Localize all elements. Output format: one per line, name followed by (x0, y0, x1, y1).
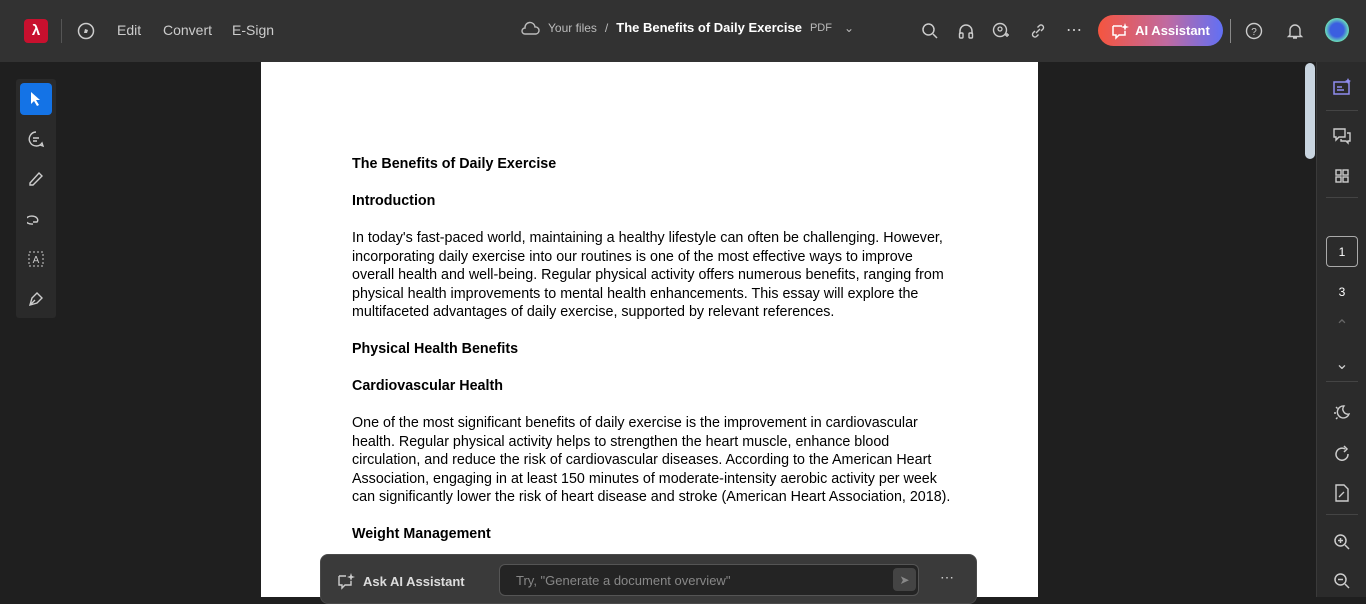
compass-icon[interactable] (76, 21, 96, 41)
acrobat-logo[interactable]: λ (24, 19, 48, 43)
bell-icon[interactable] (1285, 21, 1305, 41)
breadcrumb-your-files[interactable]: Your files (548, 21, 597, 35)
top-bar: λ Edit Convert E-Sign Your files / The B… (0, 0, 1366, 62)
pdf-page: The Benefits of Daily Exercise Introducti… (261, 62, 1038, 597)
highlight-tool[interactable] (20, 163, 52, 195)
pen-icon (29, 171, 43, 186)
document-paragraph: One of the most significant benefits of … (352, 415, 951, 505)
ask-ai-label: Ask AI Assistant (363, 573, 465, 589)
headphones-icon[interactable] (956, 21, 976, 41)
cursor-icon (31, 92, 40, 106)
divider (1230, 19, 1231, 43)
link-icon[interactable] (1028, 21, 1048, 41)
text-tool[interactable]: A (20, 243, 52, 275)
ai-summary-icon[interactable] (1317, 75, 1366, 99)
breadcrumb: Your files / The Benefits of Daily Exerc… (520, 20, 854, 35)
menu-edit[interactable]: Edit (117, 22, 141, 38)
document-heading: The Benefits of Daily Exercise (352, 156, 557, 172)
ai-assistant-label: AI Assistant (1135, 23, 1210, 38)
avatar[interactable] (1325, 18, 1349, 42)
text-box-icon: A (28, 251, 44, 267)
lasso-icon (27, 215, 39, 225)
comments-icon[interactable] (1317, 124, 1366, 148)
ask-ai-label-group: Ask AI Assistant (337, 572, 465, 590)
select-tool[interactable] (20, 83, 52, 115)
menu-convert[interactable]: Convert (163, 22, 212, 38)
more-icon[interactable]: ⋯ (1064, 20, 1084, 40)
fountain-pen-icon (28, 292, 43, 307)
more-icon[interactable]: ⋯ (940, 569, 954, 586)
zoom-out-icon[interactable] (1317, 569, 1366, 593)
ask-ai-input[interactable] (499, 564, 919, 596)
breadcrumb-separator: / (604, 20, 609, 35)
help-icon[interactable]: ? (1244, 21, 1264, 41)
search-icon[interactable] (920, 21, 940, 41)
scrollbar[interactable] (1305, 63, 1315, 159)
ai-chat-icon (1112, 22, 1130, 40)
send-icon[interactable]: ➤ (893, 568, 916, 591)
comment-tool[interactable] (20, 123, 52, 155)
left-toolbar: A (16, 79, 56, 318)
svg-text:?: ? (1251, 27, 1257, 38)
right-toolbar: 1 3 ⌃ ⌄ (1316, 62, 1366, 597)
divider (61, 19, 62, 43)
thumbnails-icon[interactable] (1317, 164, 1366, 188)
file-type: PDF (809, 21, 832, 34)
zoom-in-icon[interactable] (1317, 530, 1366, 554)
document-title: The Benefits of Daily Exercise (616, 20, 802, 35)
divider (1326, 381, 1358, 382)
rotate-icon[interactable] (1317, 442, 1366, 466)
total-pages: 3 (1338, 285, 1346, 299)
previous-page-icon[interactable]: ⌃ (1317, 314, 1366, 338)
current-page-input[interactable]: 1 (1326, 236, 1358, 267)
divider (1326, 514, 1358, 515)
document-heading: Cardiovascular Health (352, 378, 503, 394)
next-page-icon[interactable]: ⌄ (1317, 352, 1366, 376)
svg-text:A: A (33, 255, 40, 266)
document-heading: Physical Health Benefits (352, 341, 519, 357)
divider (1326, 110, 1358, 111)
theme-icon[interactable] (1317, 401, 1366, 425)
document-heading: Introduction (352, 193, 436, 209)
draw-tool[interactable] (20, 203, 52, 235)
ai-chat-icon (338, 573, 355, 590)
divider (1326, 197, 1358, 198)
document-paragraph: In today's fast-paced world, maintaining… (352, 230, 944, 320)
share-user-icon[interactable] (991, 21, 1011, 41)
comment-icon (28, 131, 45, 148)
cloud-icon (521, 21, 540, 35)
document-heading: Weight Management (352, 526, 491, 542)
chevron-down-icon[interactable]: ⌄ (844, 21, 854, 35)
ai-assistant-button[interactable]: AI Assistant (1098, 15, 1223, 46)
menu-esign[interactable]: E-Sign (232, 22, 274, 38)
page-fit-icon[interactable] (1317, 481, 1366, 505)
sign-tool[interactable] (20, 283, 52, 315)
